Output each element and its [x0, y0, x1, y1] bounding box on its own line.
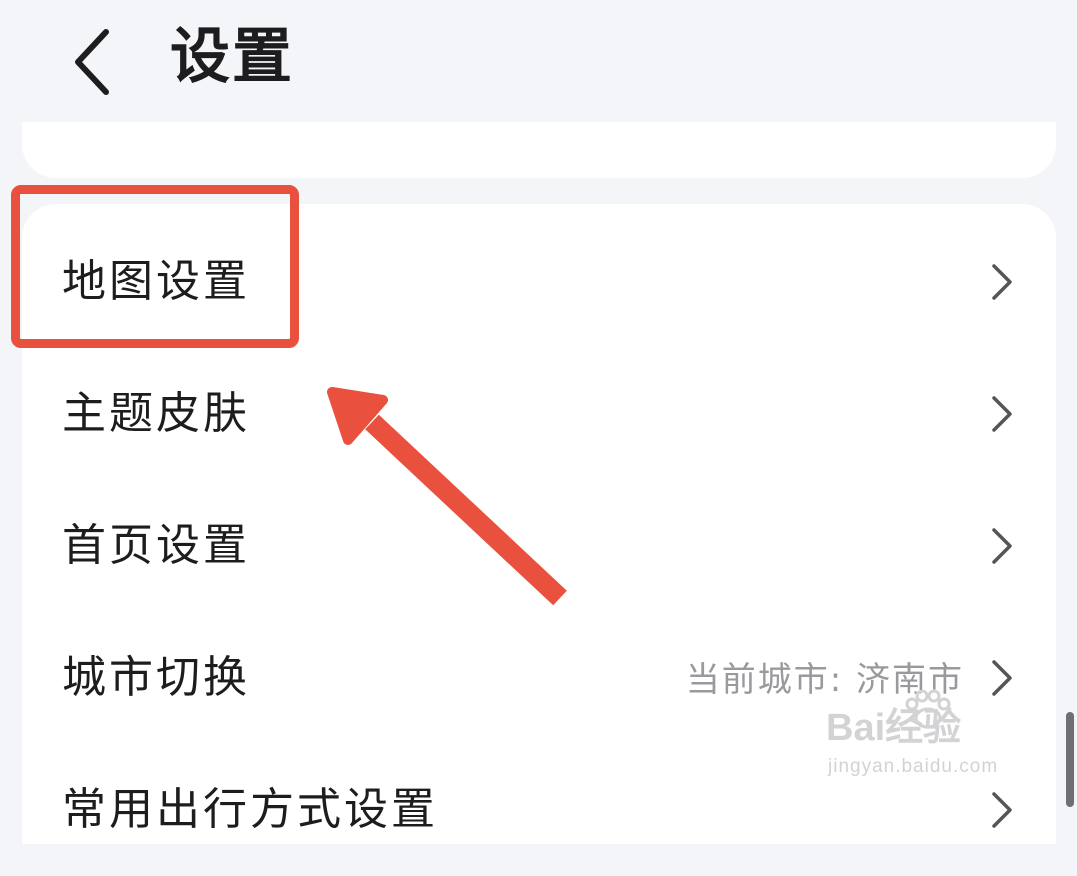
- scrollbar[interactable]: [1066, 712, 1074, 807]
- annotation-highlight-box: [11, 185, 299, 348]
- page-title: 设置: [170, 22, 294, 92]
- settings-item-label: 常用出行方式设置: [62, 784, 438, 835]
- chevron-right-icon: [986, 526, 1016, 566]
- chevron-right-icon: [986, 658, 1016, 698]
- settings-card-top: [22, 122, 1056, 178]
- current-city-value: 当前城市: 济南市: [685, 660, 964, 700]
- back-button[interactable]: [60, 20, 130, 100]
- chevron-right-icon: [986, 394, 1016, 434]
- settings-item-label: 城市切换: [62, 652, 250, 703]
- settings-item-homepage[interactable]: 首页设置: [22, 480, 1056, 612]
- settings-item-label: 主题皮肤: [62, 388, 250, 439]
- chevron-right-icon: [986, 262, 1016, 302]
- settings-item-city[interactable]: 城市切换 当前城市: 济南市: [22, 612, 1056, 744]
- chevron-right-icon: [986, 790, 1016, 830]
- settings-item-theme[interactable]: 主题皮肤: [22, 348, 1056, 480]
- chevron-left-icon: [75, 29, 109, 95]
- settings-item-label: 首页设置: [62, 520, 250, 571]
- header: 设置: [0, 0, 1077, 118]
- settings-item-travel-mode[interactable]: 常用出行方式设置: [22, 744, 1056, 876]
